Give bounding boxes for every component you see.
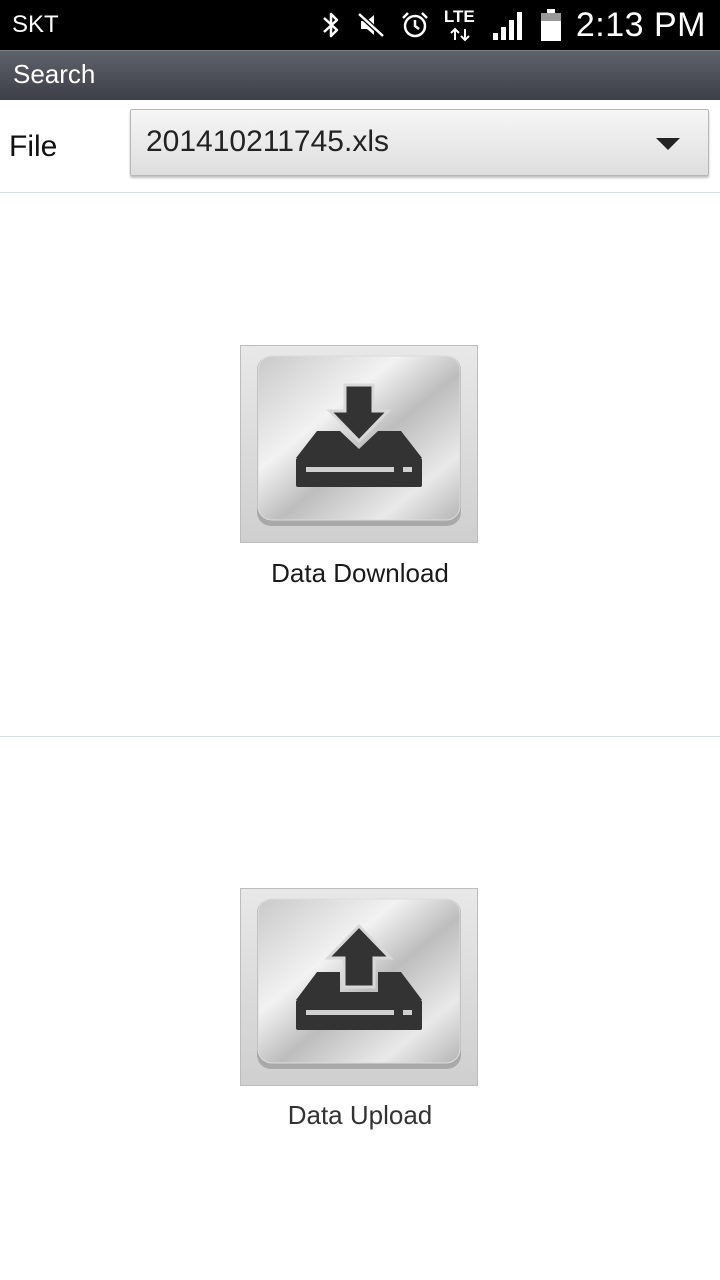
signal-icon xyxy=(492,12,522,40)
file-label: File xyxy=(9,130,58,163)
file-row: File 201410211745.xls xyxy=(0,100,720,193)
status-icons: LTE 2:13 PM xyxy=(306,0,706,50)
download-section: Data Download xyxy=(0,194,720,737)
data-upload-label: Data Upload xyxy=(287,1100,433,1130)
data-download-button[interactable] xyxy=(240,345,478,543)
dropdown-arrow-icon xyxy=(656,138,680,150)
battery-icon xyxy=(540,9,561,41)
status-clock: 2:13 PM xyxy=(575,5,706,44)
data-upload-button[interactable] xyxy=(240,888,478,1086)
upload-icon xyxy=(240,888,478,1086)
lte-icon: LTE xyxy=(444,5,478,45)
carrier-name: SKT xyxy=(12,11,59,38)
download-icon xyxy=(240,345,478,543)
file-select-dropdown[interactable]: 201410211745.xls xyxy=(130,109,709,176)
title-bar: Search xyxy=(0,50,720,100)
file-select-value: 201410211745.xls xyxy=(146,125,389,158)
upload-section: Data Upload xyxy=(0,738,720,1280)
status-bar: SKT LTE 2:13 PM xyxy=(0,0,720,50)
page-title: Search xyxy=(13,59,96,89)
alarm-icon xyxy=(401,12,428,38)
bluetooth-icon xyxy=(323,12,339,38)
mute-icon xyxy=(357,12,385,38)
lte-label: LTE xyxy=(443,7,475,26)
data-download-label: Data Download xyxy=(271,558,449,588)
